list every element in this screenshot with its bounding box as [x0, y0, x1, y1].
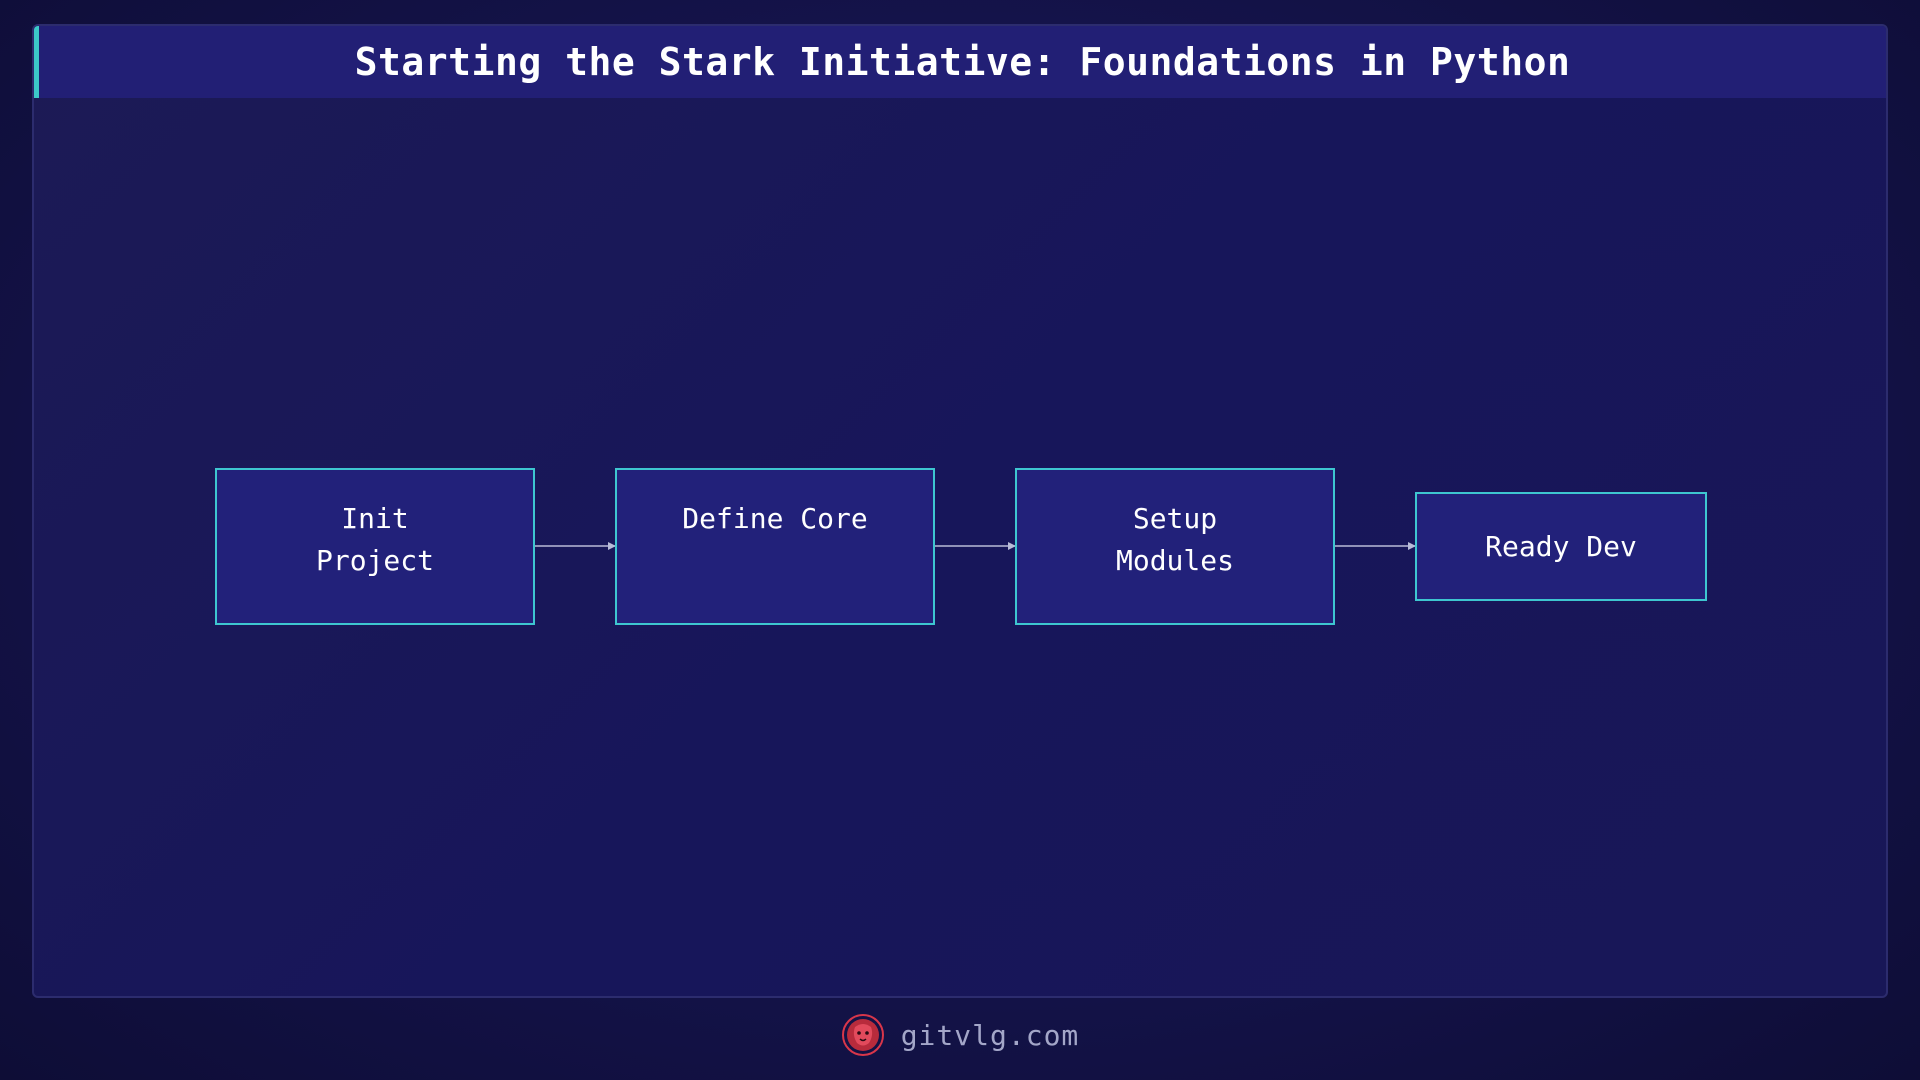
node-core: Define Core — [615, 468, 935, 625]
node-modules: Setup Modules — [1015, 468, 1335, 625]
footer-site-link[interactable]: gitvlg.com — [901, 1019, 1080, 1052]
node-label: Init Project — [315, 502, 434, 577]
node-label: Setup Modules — [1115, 502, 1234, 577]
node-label: Define Core — [682, 502, 868, 535]
lion-head-icon — [841, 1014, 884, 1056]
footer: gitvlg.com — [0, 1010, 1920, 1060]
node-init: Init Project — [215, 468, 535, 625]
node-ready: Ready Dev — [1415, 492, 1707, 601]
node-label: Ready Dev — [1485, 529, 1637, 563]
